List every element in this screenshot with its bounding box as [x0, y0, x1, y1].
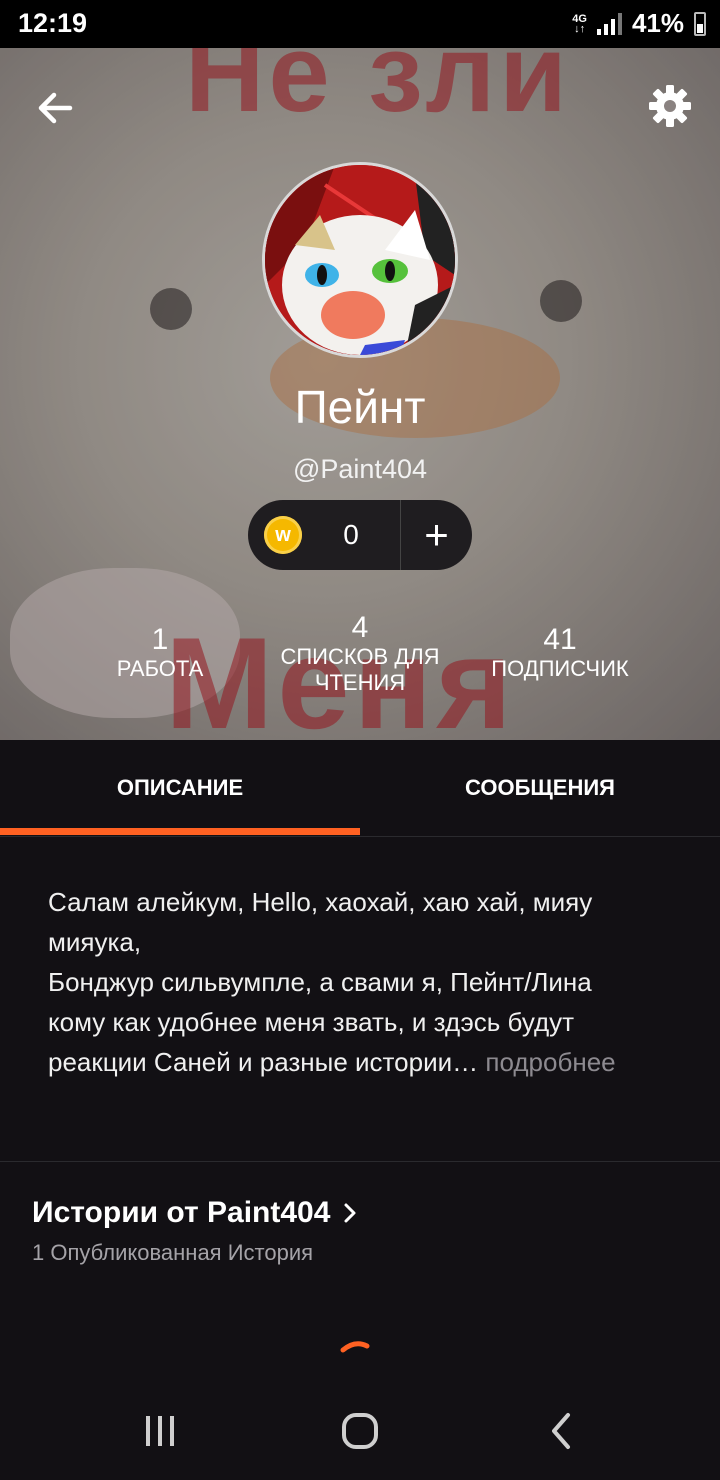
- battery-icon: [694, 11, 706, 36]
- tab-description[interactable]: ОПИСАНИЕ: [0, 740, 360, 836]
- profile-name: Пейнт: [294, 381, 426, 433]
- stat-reading-lists-label: Списков для чтения: [280, 644, 440, 695]
- profile-username: @Paint404: [293, 454, 427, 484]
- settings-button[interactable]: [644, 80, 696, 132]
- stat-followers[interactable]: 41 Подписчик: [470, 624, 650, 682]
- profile-description: Салам алейкум, Hello, хаохай, хаю хай, м…: [48, 882, 678, 1082]
- status-time: 12:19: [18, 8, 88, 38]
- stories-section-link[interactable]: Истории от Paint404: [32, 1196, 358, 1230]
- profile-header: Не зли Меня Пейнт @Paint404 w 0 + 1 РАБО…: [0, 48, 720, 740]
- coin-icon-letter: w: [275, 523, 291, 546]
- loading-spinner-icon: [340, 1341, 370, 1353]
- stories-title: Истории от Paint404: [32, 1196, 331, 1229]
- chevron-right-icon: [344, 1203, 356, 1223]
- home-icon: [342, 1413, 378, 1449]
- coins-pill: w 0 +: [248, 500, 472, 570]
- status-bar: 12:19 4G ↓↑ 41%: [0, 0, 720, 48]
- description-line: реакции Саней и разные истории…: [48, 1047, 479, 1077]
- data-arrows-icon: ↓↑: [574, 22, 586, 35]
- profile-tabs: ОПИСАНИЕ СООБЩЕНИЯ: [0, 740, 720, 837]
- avatar[interactable]: [262, 162, 458, 358]
- plus-icon: +: [424, 511, 449, 558]
- stat-reading-lists-number: 4: [351, 611, 369, 644]
- description-line: кому как удобнее меня звать, и здэсь буд…: [48, 1007, 575, 1037]
- stories-count: 1 Опубликованная История: [32, 1240, 314, 1265]
- status-indicators: 4G ↓↑ 41%: [572, 8, 706, 39]
- description-last-line: реакции Саней и разные истории… подробне…: [48, 1042, 678, 1082]
- coin-icon: w: [264, 516, 302, 554]
- description-line: Салам алейкум, Hello, хаохай, хаю хай, м…: [48, 887, 593, 917]
- stat-followers-number: 41: [543, 623, 577, 656]
- arrow-left-icon: [38, 92, 73, 124]
- recent-apps-icon: [146, 1416, 174, 1446]
- stat-works-number: 1: [151, 623, 169, 656]
- back-nav-button[interactable]: [532, 1406, 592, 1456]
- system-nav-bar: [0, 1386, 720, 1480]
- description-line: Бонджур сильвумпле, а свами я, Пейнт/Лин…: [48, 967, 592, 997]
- coin-count: 0: [343, 519, 359, 550]
- battery-percent: 41%: [631, 8, 684, 38]
- read-more-link[interactable]: подробнее: [485, 1047, 615, 1077]
- recent-apps-button[interactable]: [130, 1406, 190, 1456]
- stat-reading-lists[interactable]: 4 Списков для чтения: [270, 612, 450, 696]
- home-button[interactable]: [330, 1406, 390, 1456]
- stat-followers-label: Подписчик: [491, 656, 629, 681]
- network-type-icon: 4G ↓↑: [572, 13, 587, 35]
- add-coins-button[interactable]: +: [401, 500, 472, 570]
- active-tab-indicator: [0, 828, 360, 835]
- back-button[interactable]: [30, 82, 82, 134]
- signal-icon: [596, 12, 622, 35]
- section-divider: [0, 1161, 720, 1162]
- gear-icon: [649, 85, 691, 127]
- tab-messages[interactable]: СООБЩЕНИЯ: [360, 740, 720, 836]
- chevron-left-icon: [552, 1413, 570, 1449]
- stat-works-label: Работа: [116, 656, 204, 681]
- description-line: мияука,: [48, 927, 142, 957]
- stat-works[interactable]: 1 Работа: [100, 624, 220, 682]
- avatar-image: [265, 165, 455, 355]
